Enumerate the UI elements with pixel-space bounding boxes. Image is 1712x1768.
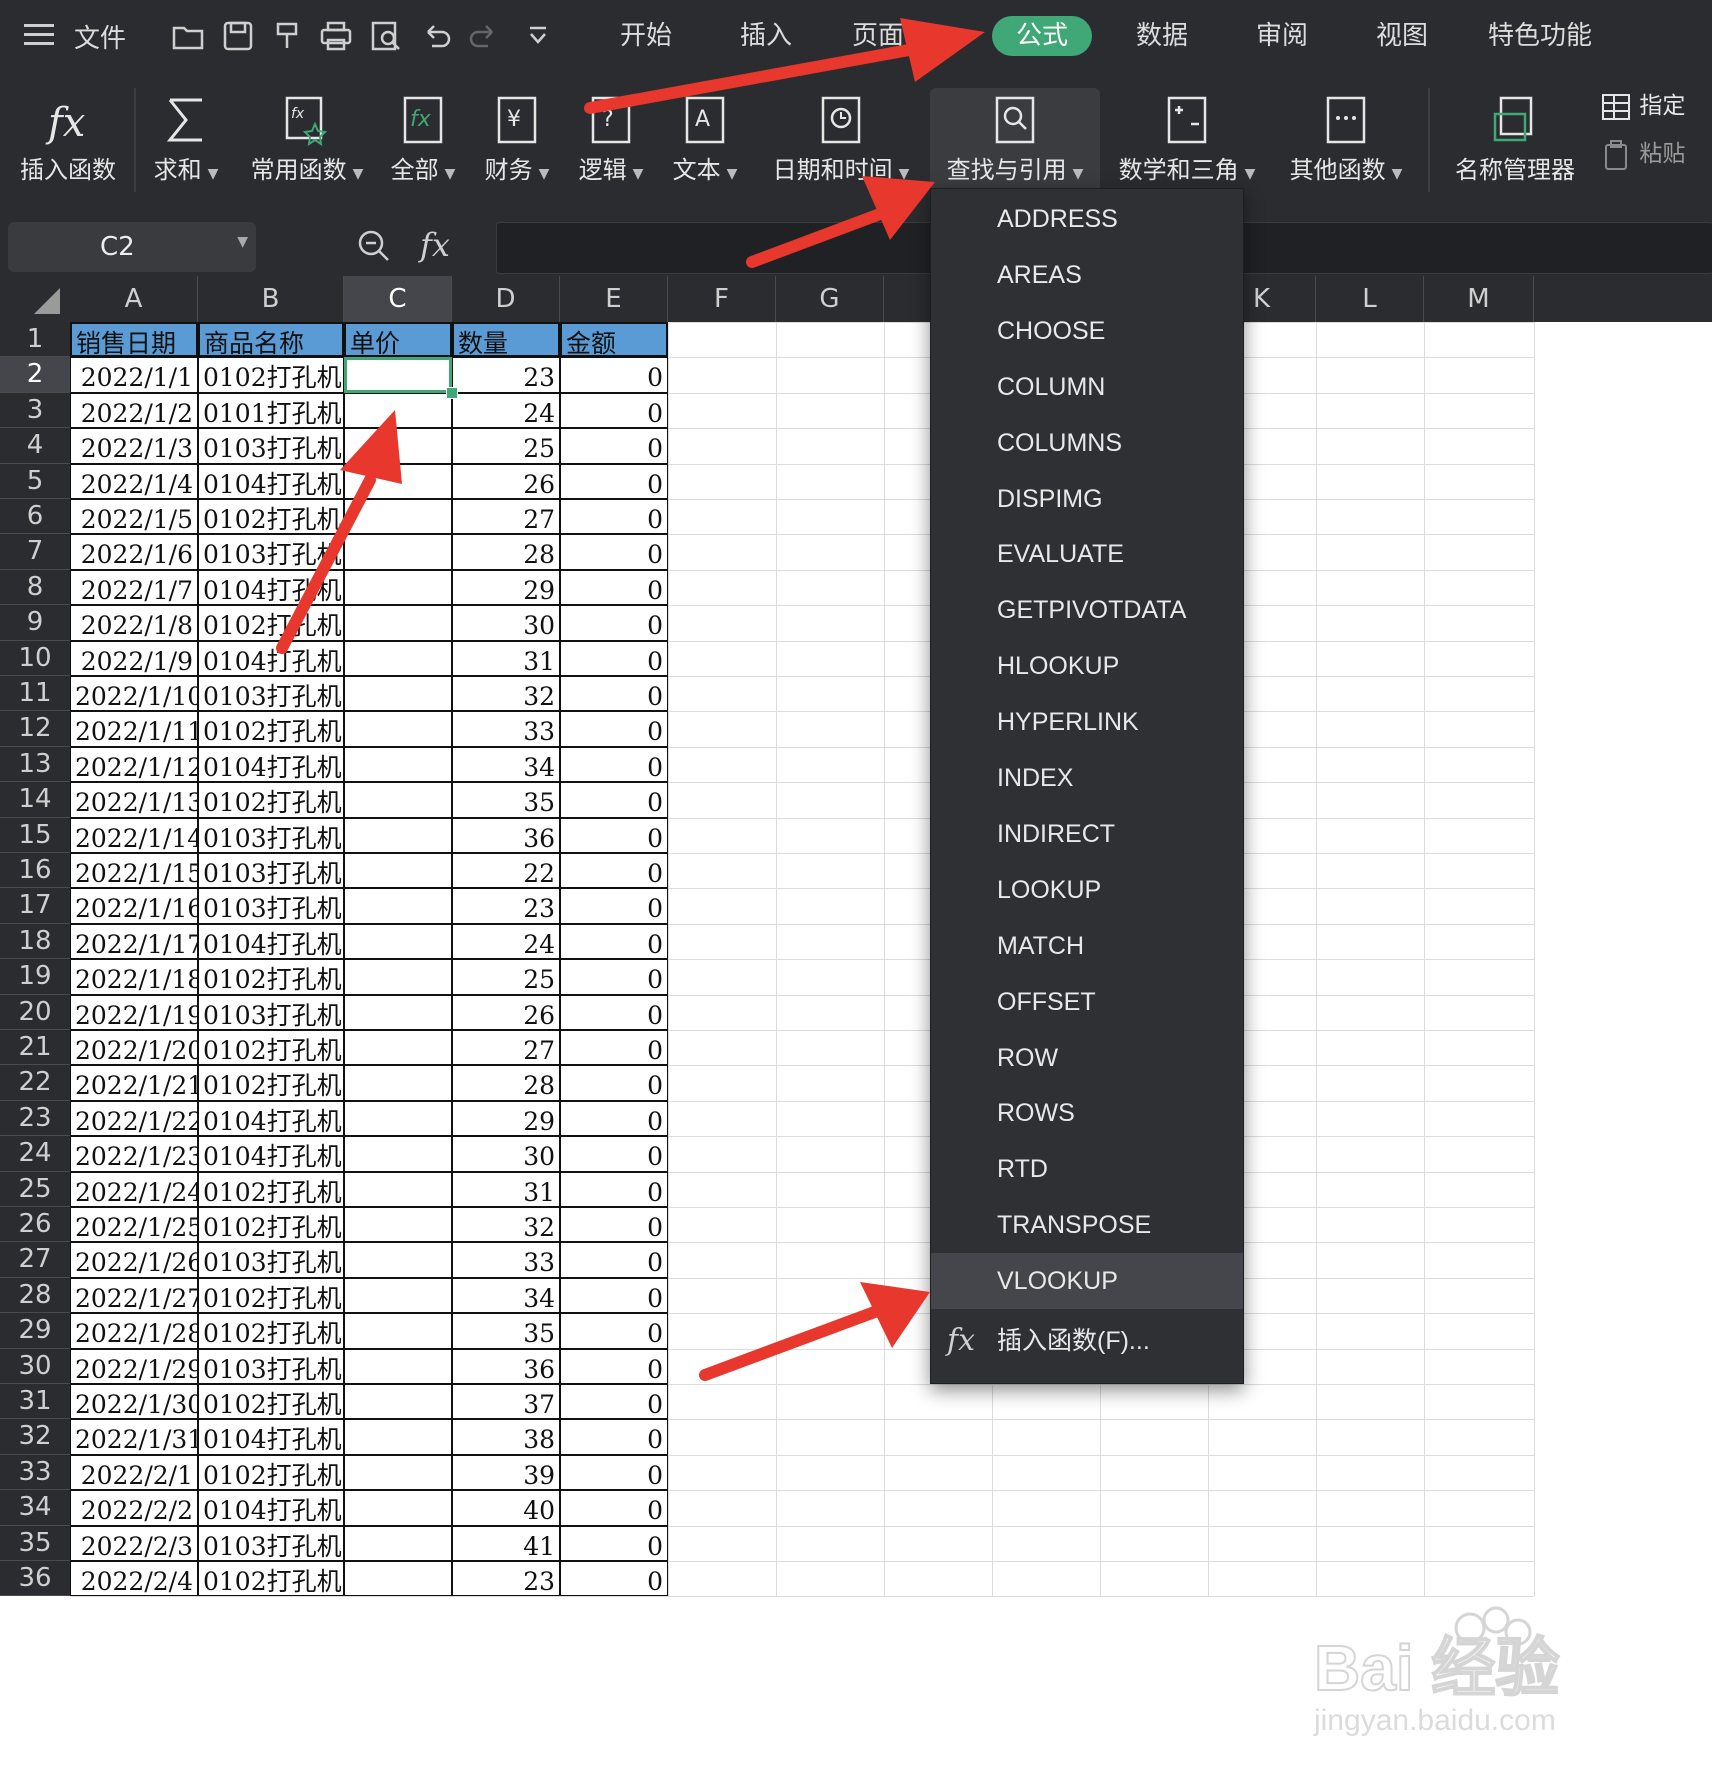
annotation-arrow-head xyxy=(340,410,402,484)
annotation-arrow xyxy=(276,474,376,654)
watermark-brand: Bai 经验 xyxy=(1314,1632,1559,1704)
watermark-url: jingyan.baidu.com xyxy=(1313,1704,1556,1737)
annotation-arrow-head xyxy=(900,18,985,82)
annotation-arrow xyxy=(746,208,886,268)
baidu-jingyan-watermark: Bai 经验 jingyan.baidu.com xyxy=(1310,1580,1700,1740)
annotation-arrows xyxy=(276,18,985,1381)
annotation-arrow xyxy=(699,1304,886,1381)
annotation-arrow-head xyxy=(862,176,935,240)
annotation-arrow xyxy=(584,42,926,114)
baidu-paw-logo-icon: Bai 经验 jingyan.baidu.com xyxy=(1313,1606,1560,1737)
